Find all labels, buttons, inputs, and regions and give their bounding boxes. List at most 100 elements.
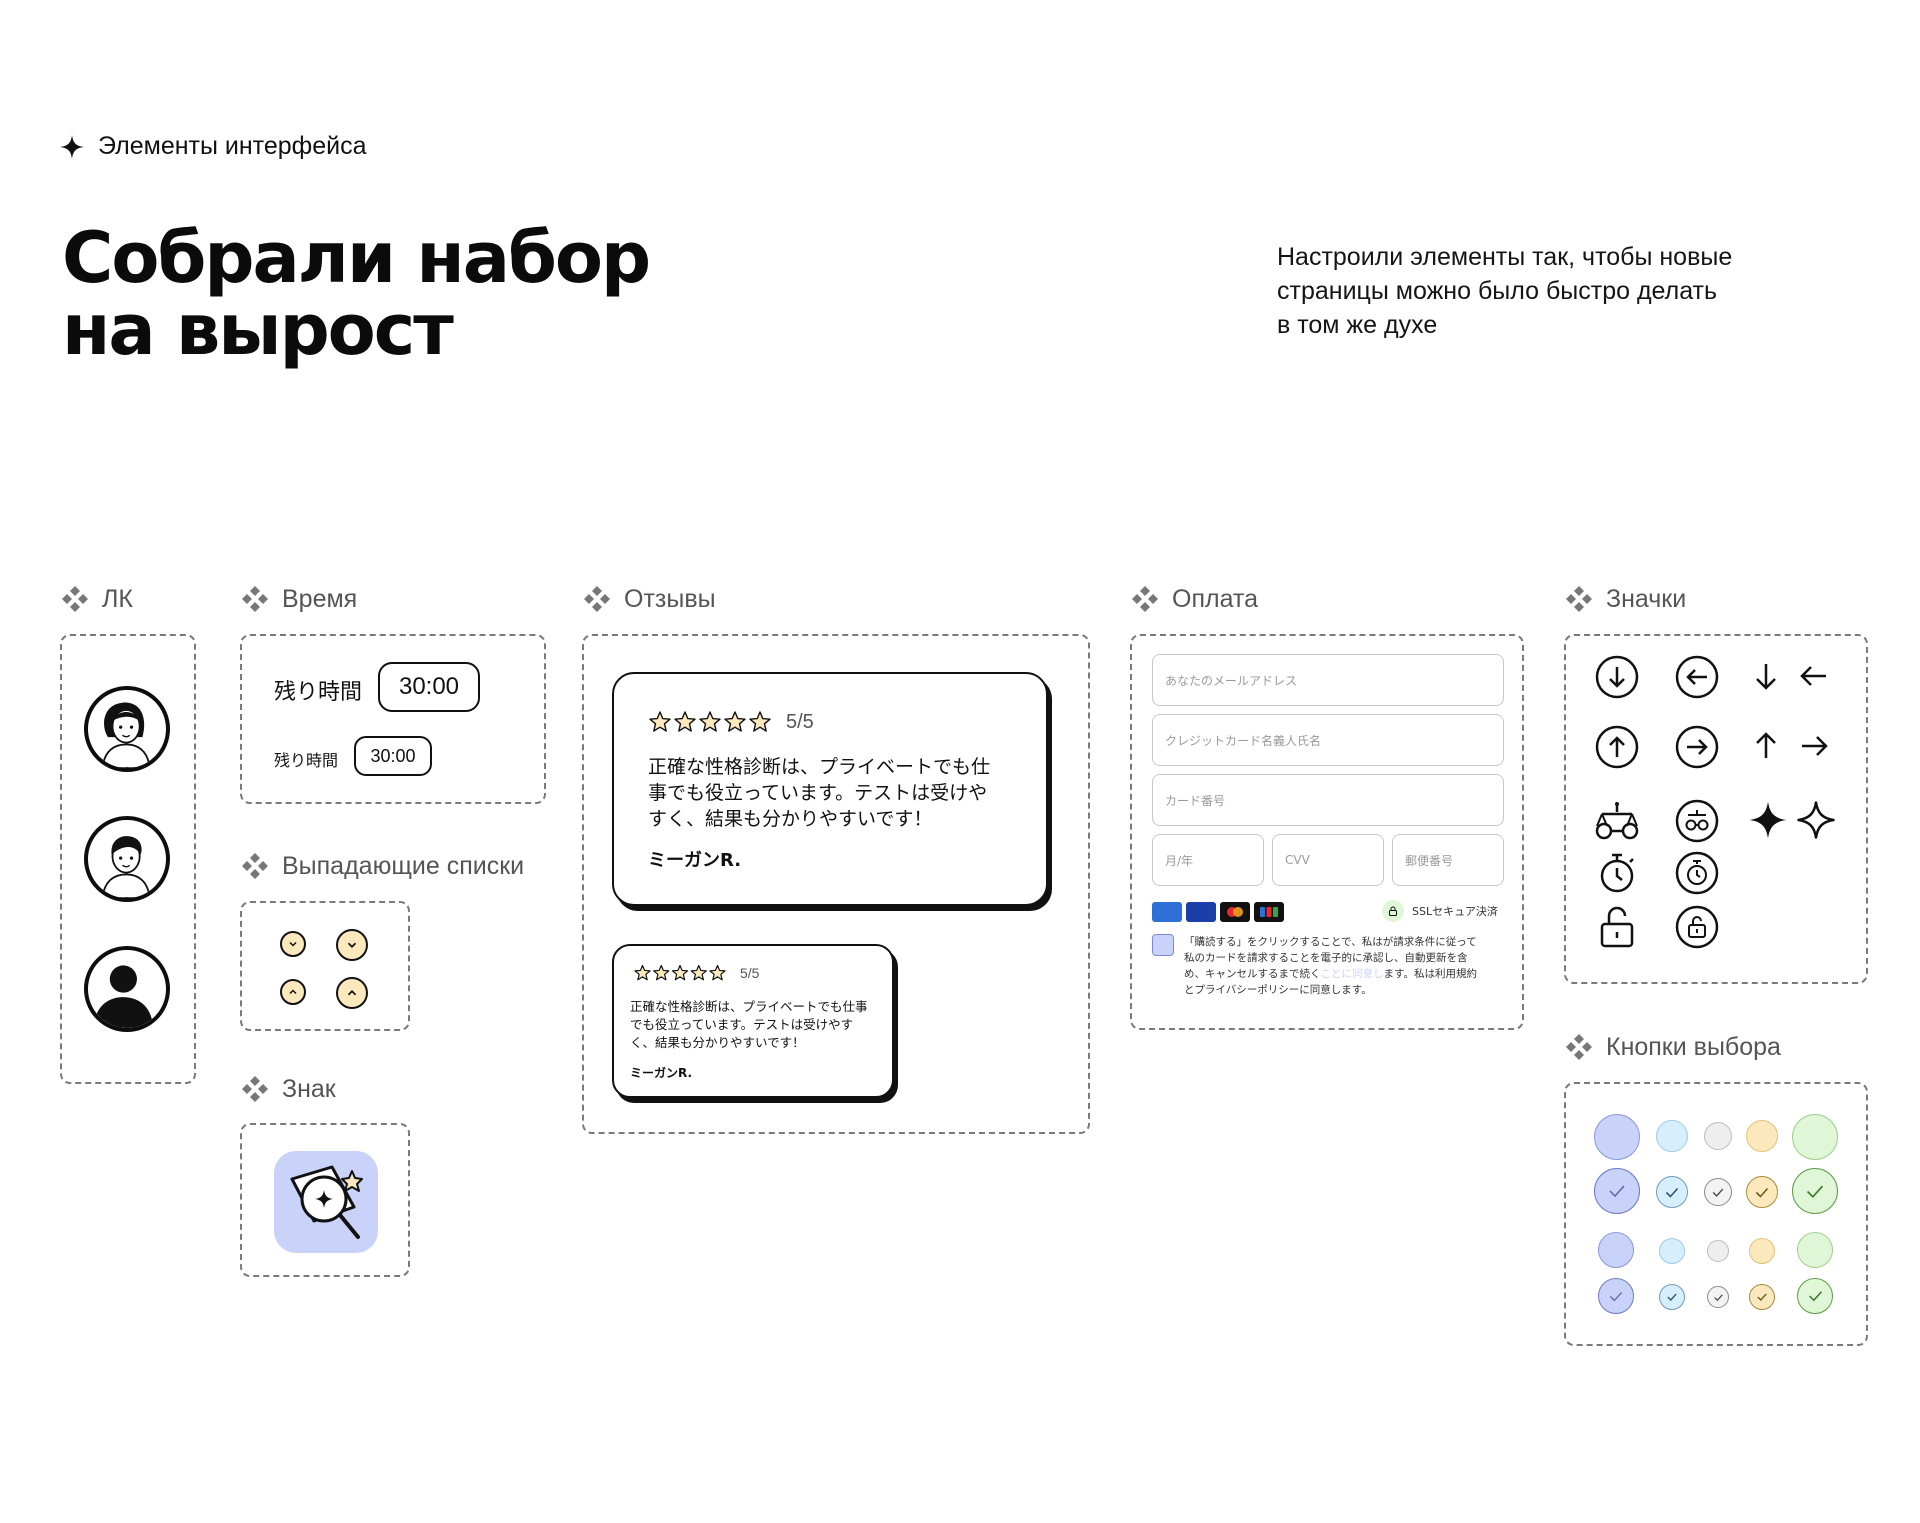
jcb-icon xyxy=(1254,902,1284,922)
arrow-left-circle-icon xyxy=(1674,654,1720,700)
chevron-up-icon xyxy=(347,990,357,996)
dropdown-collapse-large[interactable] xyxy=(336,977,368,1009)
component-icon xyxy=(1132,586,1158,612)
timer-large: 30:00 xyxy=(378,662,480,712)
check-icon xyxy=(1757,1293,1767,1301)
email-field[interactable]: あなたのメールアドレス xyxy=(1152,654,1504,706)
component-icon xyxy=(242,853,268,879)
unlock-circle-icon xyxy=(1674,904,1720,950)
consent-text: 「購読する」をクリックすることで、私はが請求条件に従って 私のカードを請求するこ… xyxy=(1184,936,1477,996)
arrow-right-circle-icon xyxy=(1674,724,1720,770)
radio-gray-checked-small[interactable] xyxy=(1707,1286,1729,1308)
radio-gray-unchecked-small[interactable] xyxy=(1707,1240,1729,1262)
expiry-field[interactable]: 月/年 xyxy=(1152,834,1264,886)
radio-gray-checked[interactable] xyxy=(1704,1178,1732,1206)
unlock-icon xyxy=(1594,904,1640,950)
kicker-text: Элементы интерфейса xyxy=(98,132,367,160)
user-silhouette-icon xyxy=(93,965,154,1028)
radio-blue-unchecked[interactable] xyxy=(1594,1114,1640,1160)
page-title: Собрали набор на вырост xyxy=(62,217,651,371)
radio-yellow-unchecked-small[interactable] xyxy=(1749,1238,1775,1264)
time-panel: 残り時間 30:00 残り時間 30:00 xyxy=(240,634,546,804)
visa-icon xyxy=(1186,902,1216,922)
radio-green-unchecked-small[interactable] xyxy=(1797,1232,1833,1268)
radio-green-checked[interactable] xyxy=(1792,1168,1838,1214)
arrow-right-icon xyxy=(1796,728,1832,764)
radio-blue-unchecked-small[interactable] xyxy=(1598,1232,1634,1268)
radio-green-checked-small[interactable] xyxy=(1797,1278,1833,1314)
radio-blue-checked[interactable] xyxy=(1594,1168,1640,1214)
lead-paragraph: Настроили элементы так, чтобы новые стра… xyxy=(1277,243,1733,339)
radio-lightblue-unchecked[interactable] xyxy=(1656,1120,1688,1152)
check-icon xyxy=(1806,1185,1824,1198)
check-icon xyxy=(1667,1293,1677,1301)
scales-circle-icon xyxy=(1674,798,1720,844)
radio-lightblue-checked[interactable] xyxy=(1656,1176,1688,1208)
review-card-large: 5/5 正確な性格診断は、プライベートでも仕 事でも役立っています。テストは受け… xyxy=(612,672,1048,906)
radio-lightblue-checked-small[interactable] xyxy=(1659,1284,1685,1310)
arrow-up-icon xyxy=(1748,728,1784,764)
check-icon xyxy=(1609,1291,1623,1301)
avatar-default[interactable] xyxy=(84,946,170,1032)
dropdown-expand-small[interactable] xyxy=(280,931,306,957)
card-brands xyxy=(1152,902,1284,922)
sparkle-outline-icon xyxy=(1796,800,1836,840)
section-title-lk: ЛК xyxy=(60,584,133,614)
timer-small: 30:00 xyxy=(354,736,432,776)
section-title-sign: Знак xyxy=(240,1074,336,1104)
component-icon xyxy=(1566,586,1592,612)
chevron-down-icon xyxy=(289,941,297,947)
radio-green-unchecked[interactable] xyxy=(1792,1114,1838,1160)
review-card-small: 5/5 正確な性格診断は、プライベートでも仕事 でも役立っています。テストは受け… xyxy=(612,944,894,1098)
rating-stars: 5/5 xyxy=(648,710,814,734)
review-author: ミーガンR. xyxy=(630,1066,693,1080)
ssl-badge: SSLセキュア決済 xyxy=(1382,900,1498,922)
agree-link[interactable]: ことに同意し xyxy=(1321,968,1384,980)
time-remaining-label-small: 残り時間 xyxy=(274,751,339,770)
radio-gray-unchecked[interactable] xyxy=(1704,1122,1732,1150)
check-icon xyxy=(1712,1188,1724,1197)
radio-yellow-unchecked[interactable] xyxy=(1746,1120,1778,1152)
zip-field[interactable]: 郵便番号 xyxy=(1392,834,1504,886)
component-icon xyxy=(242,586,268,612)
chevron-up-icon xyxy=(289,989,297,995)
avatar-female[interactable] xyxy=(84,686,170,772)
rating-value: 5/5 xyxy=(786,710,814,733)
star-rating-icon xyxy=(649,711,771,732)
dropdown-expand-large[interactable] xyxy=(336,929,368,961)
check-icon xyxy=(1665,1187,1679,1198)
sparkle-icon xyxy=(60,134,84,159)
avatar-male[interactable] xyxy=(84,816,170,902)
stopwatch-circle-icon xyxy=(1674,850,1720,896)
sparkle-filled-icon xyxy=(1748,800,1788,840)
section-title-radios: Кнопки выбора xyxy=(1564,1032,1781,1062)
dropdowns-panel xyxy=(240,901,410,1031)
reviews-panel: 5/5 正確な性格診断は、プライベートでも仕 事でも役立っています。テストは受け… xyxy=(582,634,1090,1134)
check-icon xyxy=(1808,1291,1822,1302)
radio-yellow-checked-small[interactable] xyxy=(1749,1284,1775,1310)
consent-checkbox[interactable] xyxy=(1152,934,1174,956)
cardholder-name-field[interactable]: クレジットカード名義人氏名 xyxy=(1152,714,1504,766)
payment-panel: あなたのメールアドレス クレジットカード名義人氏名 カード番号 月/年 CVV … xyxy=(1130,634,1524,1030)
time-remaining-label: 残り時間 xyxy=(274,680,363,705)
radio-lightblue-unchecked-small[interactable] xyxy=(1659,1238,1685,1264)
section-title-dropdowns: Выпадающие списки xyxy=(240,851,524,881)
magnifier-sparkle-logo-icon xyxy=(290,1165,363,1239)
lk-panel xyxy=(60,634,196,1084)
dropdown-collapse-small[interactable] xyxy=(280,979,306,1005)
component-icon xyxy=(584,586,610,612)
rating-value: 5/5 xyxy=(740,965,760,981)
radio-yellow-checked[interactable] xyxy=(1746,1176,1778,1208)
component-icon xyxy=(1566,1034,1592,1060)
radios-panel xyxy=(1564,1082,1868,1346)
rating-stars: 5/5 xyxy=(630,964,759,982)
card-number-field[interactable]: カード番号 xyxy=(1152,774,1504,826)
section-title-reviews: Отзывы xyxy=(582,584,716,614)
stopwatch-icon xyxy=(1594,850,1640,896)
review-text: 正確な性格診断は、プライベートでも仕 事でも役立っています。テストは受けや すく… xyxy=(648,756,991,830)
radio-blue-checked-small[interactable] xyxy=(1598,1278,1634,1314)
cvv-field[interactable]: CVV xyxy=(1272,834,1384,886)
arrow-down-icon xyxy=(1748,658,1784,694)
arrow-up-circle-icon xyxy=(1594,724,1640,770)
mastercard-icon xyxy=(1220,902,1250,922)
